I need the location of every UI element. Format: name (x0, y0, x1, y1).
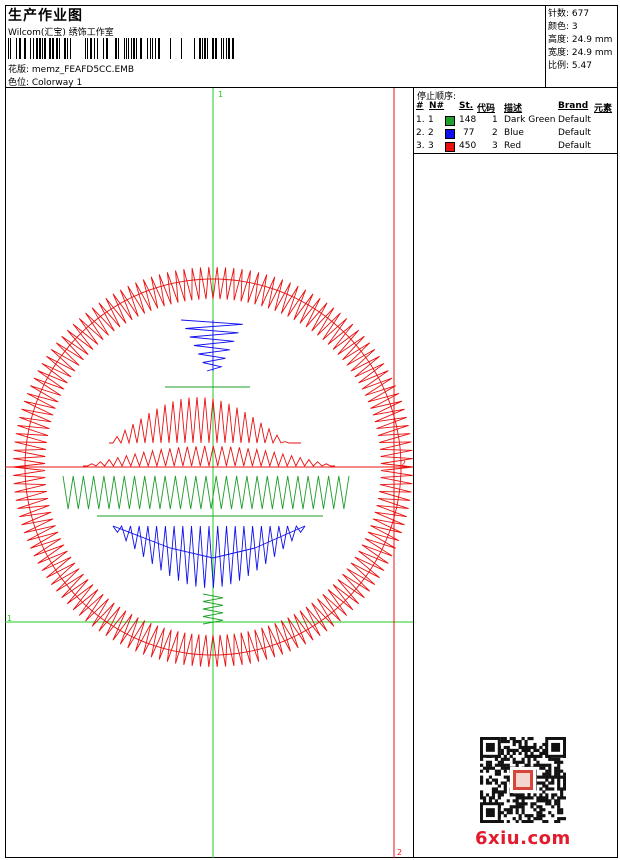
color-swatch (445, 129, 455, 139)
barcode (8, 38, 234, 59)
qr-code (480, 737, 566, 823)
axis-mark-top: 1 (218, 90, 223, 99)
colorway-label: 色位: Colorway 1 (8, 78, 83, 88)
col-header-code: 代码 (477, 104, 496, 114)
header-info-box: 生产作业图 Wilcom(汇宝) 绣饰工作室 花版: memz_FEAFD5CC… (5, 5, 546, 88)
axis-mark-bottom: 2 (397, 848, 402, 857)
blue-top-fill (180, 319, 243, 372)
stat-scale: 比例: 5.47 (548, 61, 592, 71)
design-filename: 花版: memz_FEAFD5CC.EMB (8, 65, 135, 75)
panel-divider (413, 154, 414, 858)
axis-mark-left: 1 (7, 614, 12, 623)
green-bar-fill (62, 475, 350, 510)
table-row: 2. 2 77 2 Blue Default (416, 128, 591, 139)
col-header-brand: Brand (558, 101, 589, 111)
table-row: 1. 1 148 1 Dark Green Default (416, 115, 591, 126)
studio-name: Wilcom(汇宝) 绣饰工作室 (8, 28, 114, 38)
table-row: 3. 3 450 3 Red Default (416, 141, 591, 152)
color-swatch (445, 116, 455, 126)
stats-box: 针数: 677 颜色: 3 高度: 24.9 mm 宽度: 24.9 mm 比例… (546, 5, 618, 88)
embroidery-canvas: 1 1 2 2 (5, 88, 413, 858)
stop-sequence-panel: 停止顺序: # N# St. 代码 描述 Brand 元素 1. 1 148 1… (413, 88, 618, 154)
page-title: 生产作业图 (8, 8, 83, 24)
stat-stitches: 针数: 677 (548, 9, 590, 19)
col-header-element: 元素 (594, 104, 613, 114)
col-header-description: 描述 (504, 104, 523, 114)
col-header-needle: N# (429, 101, 445, 111)
stat-height: 高度: 24.9 mm (548, 35, 613, 45)
red-band-fill (83, 445, 335, 468)
stat-colors: 颜色: 3 (548, 22, 578, 32)
stat-width: 宽度: 24.9 mm (548, 48, 613, 58)
red-dome-fill (109, 396, 301, 445)
watermark: 6xiu.com (475, 828, 571, 849)
color-swatch (445, 142, 455, 152)
col-header-stitches: St. (459, 101, 474, 111)
col-header-index: # (416, 101, 424, 111)
